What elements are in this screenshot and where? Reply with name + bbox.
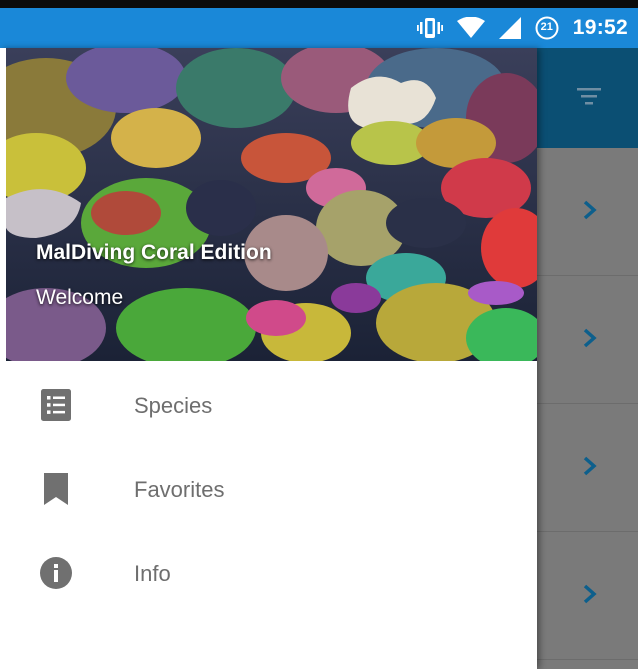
drawer-item-label: Favorites	[134, 477, 225, 502]
wifi-icon	[456, 17, 485, 39]
drawer-welcome-text: Welcome	[36, 286, 124, 309]
bookmark-icon	[39, 472, 73, 506]
drawer-item-species[interactable]: Species	[0, 361, 537, 445]
status-icons: 21 19:52	[416, 8, 628, 48]
info-icon	[39, 556, 73, 590]
list-icon	[39, 388, 73, 422]
drawer-item-favorites[interactable]: Favorites	[0, 445, 537, 529]
background-toolbar	[537, 48, 638, 148]
notification-badge-count: 21	[540, 21, 553, 33]
background-list-row[interactable]	[537, 276, 638, 404]
background-list-row[interactable]	[537, 532, 638, 660]
vibrate-icon	[416, 17, 443, 39]
drawer-app-title: MalDiving Coral Edition	[36, 241, 272, 264]
background-list-page[interactable]	[537, 48, 638, 669]
background-list-row[interactable]	[537, 404, 638, 532]
drawer-item-label: Species	[134, 393, 213, 418]
filter-icon[interactable]	[577, 88, 601, 111]
notification-badge-icon: 21	[535, 16, 559, 40]
background-list-row[interactable]	[537, 148, 638, 276]
signal-icon	[498, 17, 521, 39]
status-bar: 21 19:52	[0, 8, 638, 48]
chevron-right-icon	[583, 328, 597, 353]
chevron-right-icon	[583, 456, 597, 481]
navigation-drawer: MalDiving Coral Edition Welcome Species …	[0, 48, 537, 669]
drawer-item-label: Info	[134, 561, 171, 586]
status-time: 19:52	[572, 16, 628, 39]
drawer-item-info[interactable]: Info	[0, 529, 537, 613]
coral-reef-image	[6, 48, 537, 361]
drawer-header-image: MalDiving Coral Edition Welcome	[6, 48, 537, 361]
drawer-menu: Species Favorites Info	[0, 361, 537, 613]
top-system-strip	[0, 0, 638, 8]
chevron-right-icon	[583, 200, 597, 225]
screen: 21 19:52 MalDiving Coral Edition Welcome…	[0, 0, 638, 669]
chevron-right-icon	[583, 584, 597, 609]
